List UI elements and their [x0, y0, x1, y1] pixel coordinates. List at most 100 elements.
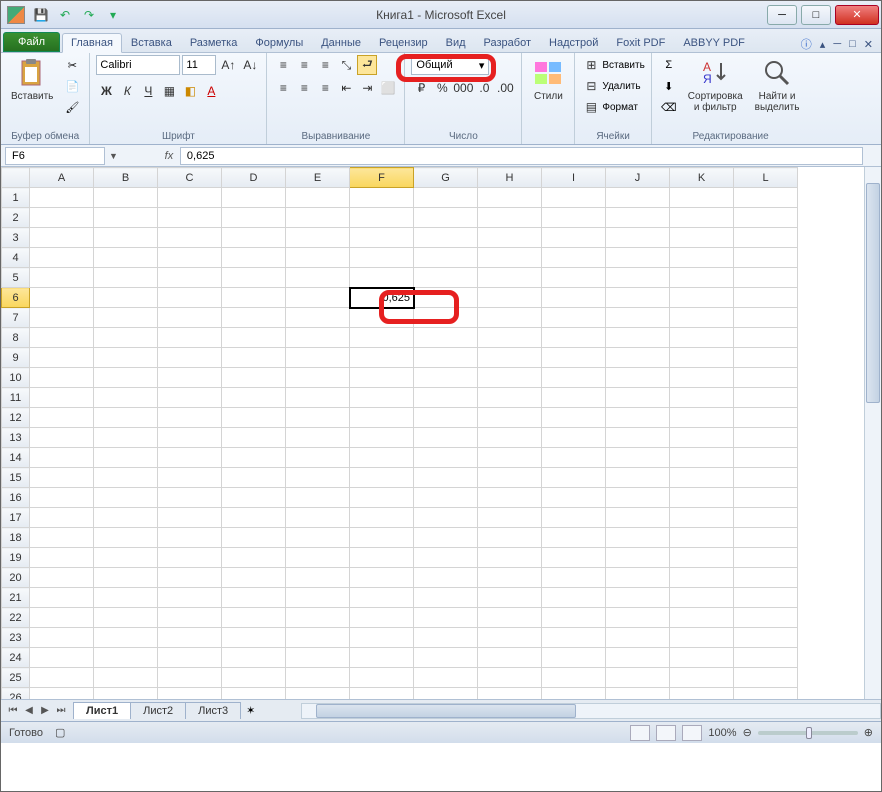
row-header-25[interactable]: 25 — [2, 668, 30, 688]
cell-D8[interactable] — [222, 328, 286, 348]
row-header-21[interactable]: 21 — [2, 588, 30, 608]
cell-F26[interactable] — [350, 688, 414, 700]
format-cells-button[interactable]: Формат — [602, 102, 638, 113]
cell-A7[interactable] — [30, 308, 94, 328]
column-header-B[interactable]: B — [94, 168, 158, 188]
cell-G25[interactable] — [414, 668, 478, 688]
zoom-slider[interactable] — [758, 731, 858, 735]
row-header-12[interactable]: 12 — [2, 408, 30, 428]
cell-J9[interactable] — [606, 348, 670, 368]
row-header-23[interactable]: 23 — [2, 628, 30, 648]
cell-B23[interactable] — [94, 628, 158, 648]
cell-F8[interactable] — [350, 328, 414, 348]
decrease-decimal-icon[interactable]: .00 — [495, 78, 515, 98]
cell-E18[interactable] — [286, 528, 350, 548]
tab-рецензир[interactable]: Рецензир — [370, 33, 437, 52]
cell-H9[interactable] — [478, 348, 542, 368]
cell-L8[interactable] — [734, 328, 798, 348]
cell-J1[interactable] — [606, 188, 670, 208]
column-header-C[interactable]: C — [158, 168, 222, 188]
cell-D7[interactable] — [222, 308, 286, 328]
cell-L14[interactable] — [734, 448, 798, 468]
cell-C5[interactable] — [158, 268, 222, 288]
cell-D3[interactable] — [222, 228, 286, 248]
cell-C15[interactable] — [158, 468, 222, 488]
align-left-icon[interactable]: ≡ — [273, 78, 293, 98]
qat-dropdown-icon[interactable]: ▾ — [103, 5, 123, 25]
cell-A8[interactable] — [30, 328, 94, 348]
cell-D15[interactable] — [222, 468, 286, 488]
row-header-26[interactable]: 26 — [2, 688, 30, 700]
cell-E15[interactable] — [286, 468, 350, 488]
cell-F15[interactable] — [350, 468, 414, 488]
cell-D1[interactable] — [222, 188, 286, 208]
cell-A4[interactable] — [30, 248, 94, 268]
cell-E26[interactable] — [286, 688, 350, 700]
cell-I19[interactable] — [542, 548, 606, 568]
vertical-scrollbar[interactable] — [864, 167, 881, 699]
column-header-G[interactable]: G — [414, 168, 478, 188]
cell-K7[interactable] — [670, 308, 734, 328]
tab-разработ[interactable]: Разработ — [475, 33, 540, 52]
cell-A18[interactable] — [30, 528, 94, 548]
row-header-13[interactable]: 13 — [2, 428, 30, 448]
cell-B17[interactable] — [94, 508, 158, 528]
cell-J7[interactable] — [606, 308, 670, 328]
cell-K16[interactable] — [670, 488, 734, 508]
cell-E16[interactable] — [286, 488, 350, 508]
column-header-A[interactable]: A — [30, 168, 94, 188]
cell-D9[interactable] — [222, 348, 286, 368]
styles-button[interactable]: Стили — [528, 55, 568, 104]
cell-D11[interactable] — [222, 388, 286, 408]
wrap-text-icon[interactable]: ⮐ — [357, 55, 377, 75]
cell-E17[interactable] — [286, 508, 350, 528]
sheet-tab-Лист2[interactable]: Лист2 — [130, 702, 186, 719]
cell-H3[interactable] — [478, 228, 542, 248]
number-format-select[interactable]: Общий▾ — [411, 55, 489, 75]
cell-K26[interactable] — [670, 688, 734, 700]
increase-font-icon[interactable]: A↑ — [218, 55, 238, 75]
paste-button[interactable]: Вставить — [7, 55, 57, 104]
cell-H6[interactable] — [478, 288, 542, 308]
cell-E13[interactable] — [286, 428, 350, 448]
sheet-nav-next-icon[interactable]: ▶ — [37, 705, 53, 716]
cell-F21[interactable] — [350, 588, 414, 608]
cell-C12[interactable] — [158, 408, 222, 428]
cell-D19[interactable] — [222, 548, 286, 568]
bold-button[interactable]: Ж — [96, 81, 116, 101]
cell-H14[interactable] — [478, 448, 542, 468]
cell-G4[interactable] — [414, 248, 478, 268]
cell-K20[interactable] — [670, 568, 734, 588]
cell-J16[interactable] — [606, 488, 670, 508]
cell-A2[interactable] — [30, 208, 94, 228]
cell-L13[interactable] — [734, 428, 798, 448]
cell-B20[interactable] — [94, 568, 158, 588]
cell-J20[interactable] — [606, 568, 670, 588]
cell-H26[interactable] — [478, 688, 542, 700]
cell-J26[interactable] — [606, 688, 670, 700]
new-sheet-icon[interactable]: ✶ — [240, 704, 261, 717]
cell-F20[interactable] — [350, 568, 414, 588]
cell-A26[interactable] — [30, 688, 94, 700]
cell-D6[interactable] — [222, 288, 286, 308]
cell-L18[interactable] — [734, 528, 798, 548]
cell-C4[interactable] — [158, 248, 222, 268]
cell-J8[interactable] — [606, 328, 670, 348]
row-header-2[interactable]: 2 — [2, 208, 30, 228]
cell-G24[interactable] — [414, 648, 478, 668]
column-header-K[interactable]: K — [670, 168, 734, 188]
cell-A19[interactable] — [30, 548, 94, 568]
copy-icon[interactable]: 📄 — [61, 76, 83, 96]
autosum-icon[interactable]: Σ — [658, 55, 680, 75]
save-icon[interactable]: 💾 — [31, 5, 51, 25]
cell-L4[interactable] — [734, 248, 798, 268]
cell-G6[interactable] — [414, 288, 478, 308]
cell-L1[interactable] — [734, 188, 798, 208]
cell-H21[interactable] — [478, 588, 542, 608]
cell-A17[interactable] — [30, 508, 94, 528]
cell-L24[interactable] — [734, 648, 798, 668]
cell-G12[interactable] — [414, 408, 478, 428]
cell-D26[interactable] — [222, 688, 286, 700]
cell-G2[interactable] — [414, 208, 478, 228]
cell-E1[interactable] — [286, 188, 350, 208]
